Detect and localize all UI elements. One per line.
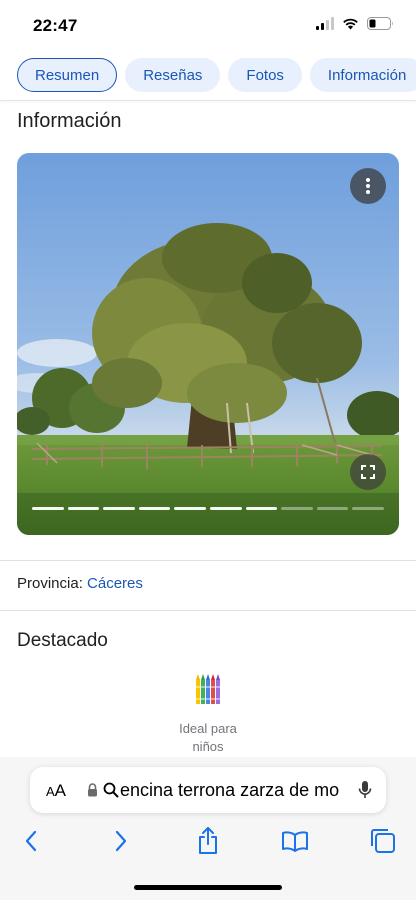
highlight-label-line2: niños <box>192 739 224 754</box>
bookmarks-icon <box>282 831 308 852</box>
highlight-kid-friendly: Ideal para niños <box>158 672 258 756</box>
photo-progress-segment <box>209 507 242 510</box>
status-bar: 22:47 <box>0 0 416 52</box>
status-icons <box>316 17 394 30</box>
more-vert-icon <box>366 178 370 194</box>
bookmarks-button[interactable] <box>280 826 310 856</box>
fullscreen-icon <box>361 465 375 479</box>
highlight-label: Ideal para niños <box>158 720 258 756</box>
back-icon <box>25 830 37 852</box>
section-title-informacion: Información <box>17 110 122 132</box>
address-bar[interactable]: AA encina terrona zarza de mo <box>30 767 386 813</box>
divider <box>0 610 416 611</box>
photo-progress-segment <box>281 507 313 510</box>
tabs-icon <box>371 829 395 853</box>
home-indicator <box>134 885 282 890</box>
wifi-icon <box>343 18 358 30</box>
province-row: Provincia: Cáceres <box>17 575 143 592</box>
photo-progress-segment <box>245 507 278 510</box>
photo-progress-segment <box>138 507 171 510</box>
lock-icon <box>88 783 97 797</box>
photo-progress-segment <box>67 507 100 510</box>
place-photo[interactable] <box>17 153 399 535</box>
province-label: Provincia: <box>17 575 88 592</box>
microphone-icon[interactable] <box>358 780 372 800</box>
photo-progress-segment <box>316 507 349 510</box>
section-title-destacado: Destacado <box>17 630 108 651</box>
status-time: 22:47 <box>33 16 78 35</box>
tab-informacion[interactable]: Información <box>309 58 416 92</box>
photo-fullscreen-button[interactable] <box>350 454 386 490</box>
share-button[interactable] <box>193 826 223 856</box>
tab-resenas[interactable]: Reseñas <box>125 58 221 92</box>
battery-icon <box>367 17 393 30</box>
text-size-button[interactable]: AA <box>46 781 66 801</box>
tab-bar: Resumen Reseñas Fotos Información <box>0 58 416 94</box>
photo-progress-segment <box>174 507 206 510</box>
crayons-icon <box>195 674 221 704</box>
photo-progress-segment <box>32 507 64 510</box>
divider <box>0 560 416 561</box>
tabs-button[interactable] <box>368 826 398 856</box>
tree-photo-image <box>17 153 399 535</box>
tabs-divider <box>0 100 416 101</box>
search-icon <box>103 782 119 798</box>
tab-resumen[interactable]: Resumen <box>17 58 118 92</box>
back-button[interactable] <box>16 826 46 856</box>
tab-fotos[interactable]: Fotos <box>228 58 302 92</box>
photo-progress-indicator <box>32 507 384 510</box>
province-link[interactable]: Cáceres <box>87 575 143 592</box>
forward-icon <box>115 830 127 852</box>
address-text[interactable]: encina terrona zarza de mo <box>120 780 340 801</box>
photo-progress-segment <box>103 507 135 510</box>
share-icon <box>199 827 217 854</box>
photo-progress-segment <box>352 507 384 510</box>
highlight-label-line1: Ideal para <box>179 721 237 736</box>
forward-button[interactable] <box>106 826 136 856</box>
cellular-signal-icon <box>316 17 334 30</box>
photo-more-options-button[interactable] <box>350 168 386 204</box>
